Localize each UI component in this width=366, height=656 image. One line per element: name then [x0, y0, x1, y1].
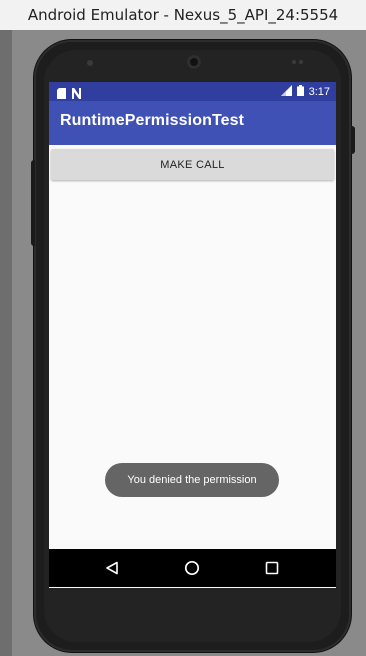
- signal-icon: [280, 84, 292, 99]
- navigation-bar: [49, 549, 336, 587]
- window-title-bar: Android Emulator - Nexus_5_API_24:5554: [0, 0, 366, 30]
- front-camera: [187, 55, 201, 69]
- status-bar: 3:17: [49, 82, 336, 101]
- toast-message: You denied the permission: [105, 463, 279, 497]
- sensor-dot: [292, 60, 296, 64]
- home-icon[interactable]: [181, 558, 203, 578]
- app-bar: RuntimePermissionTest: [49, 101, 336, 145]
- status-time: 3:17: [308, 85, 330, 98]
- device-screen: 3:17 RuntimePermissionTest MAKE CALL You…: [49, 82, 336, 588]
- battery-icon: [296, 84, 304, 99]
- make-call-button[interactable]: MAKE CALL: [51, 149, 334, 180]
- status-right-group: 3:17: [280, 82, 330, 101]
- toast-text: You denied the permission: [127, 474, 257, 486]
- recents-icon[interactable]: [261, 558, 283, 578]
- window-title: Android Emulator - Nexus_5_API_24:5554: [27, 6, 339, 24]
- power-button[interactable]: [351, 126, 355, 154]
- proximity-sensor: [87, 60, 93, 66]
- sensor-dot: [299, 60, 303, 64]
- volume-button[interactable]: [31, 160, 35, 246]
- back-icon[interactable]: [101, 558, 123, 578]
- emulator-left-edge: [0, 30, 12, 656]
- app-title: RuntimePermissionTest: [60, 112, 245, 129]
